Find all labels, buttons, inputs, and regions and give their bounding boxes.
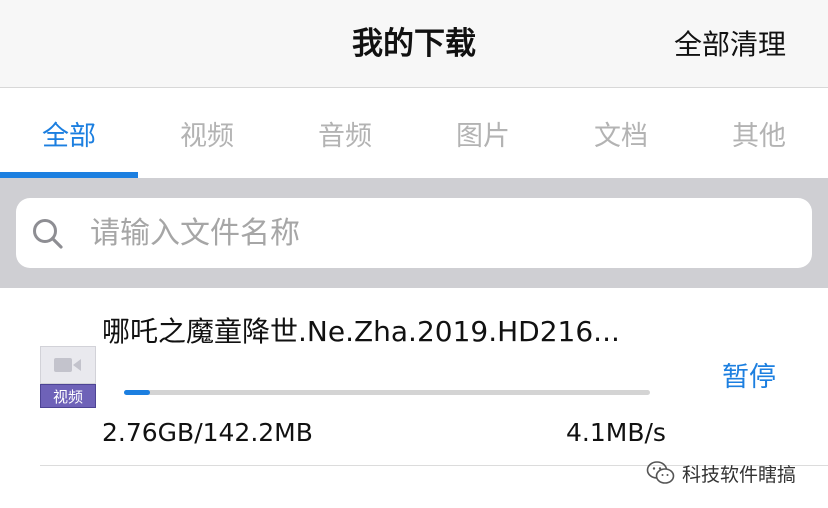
- tab-audio[interactable]: 音频: [276, 88, 414, 178]
- filter-tabs: 全部 视频 音频 图片 文档 其他: [0, 88, 828, 178]
- file-type-tag: 视频: [40, 384, 96, 408]
- tab-other[interactable]: 其他: [690, 88, 828, 178]
- pause-button[interactable]: 暂停: [722, 360, 776, 396]
- clear-all-button[interactable]: 全部清理: [674, 26, 786, 64]
- download-speed: 4.1MB/s: [566, 418, 666, 447]
- list-item[interactable]: 视频 哪吒之魔童降世.Ne.Zha.2019.HD216... 暂停 2.76G…: [0, 288, 828, 466]
- watermark-text: 科技软件瞎搞: [682, 463, 797, 486]
- nav-bar: 我的下载 全部清理: [0, 0, 828, 88]
- file-size: 2.76GB/142.2MB: [102, 418, 313, 447]
- tab-all[interactable]: 全部: [0, 88, 138, 178]
- file-name: 哪吒之魔童降世.Ne.Zha.2019.HD216...: [102, 315, 620, 348]
- tab-document[interactable]: 文档: [552, 88, 690, 178]
- download-progress-bar: [124, 390, 650, 395]
- wechat-icon: [646, 461, 675, 484]
- video-camera-icon: [40, 346, 96, 384]
- watermark: 科技软件瞎搞: [646, 456, 796, 490]
- search-icon: [33, 219, 63, 249]
- search-box[interactable]: [16, 198, 812, 268]
- file-type-icon: 视频: [40, 346, 96, 408]
- search-bar-area: [0, 178, 828, 288]
- download-progress-fill: [124, 390, 151, 395]
- tab-image[interactable]: 图片: [414, 88, 552, 178]
- search-input[interactable]: [90, 209, 790, 257]
- tab-video[interactable]: 视频: [138, 88, 276, 178]
